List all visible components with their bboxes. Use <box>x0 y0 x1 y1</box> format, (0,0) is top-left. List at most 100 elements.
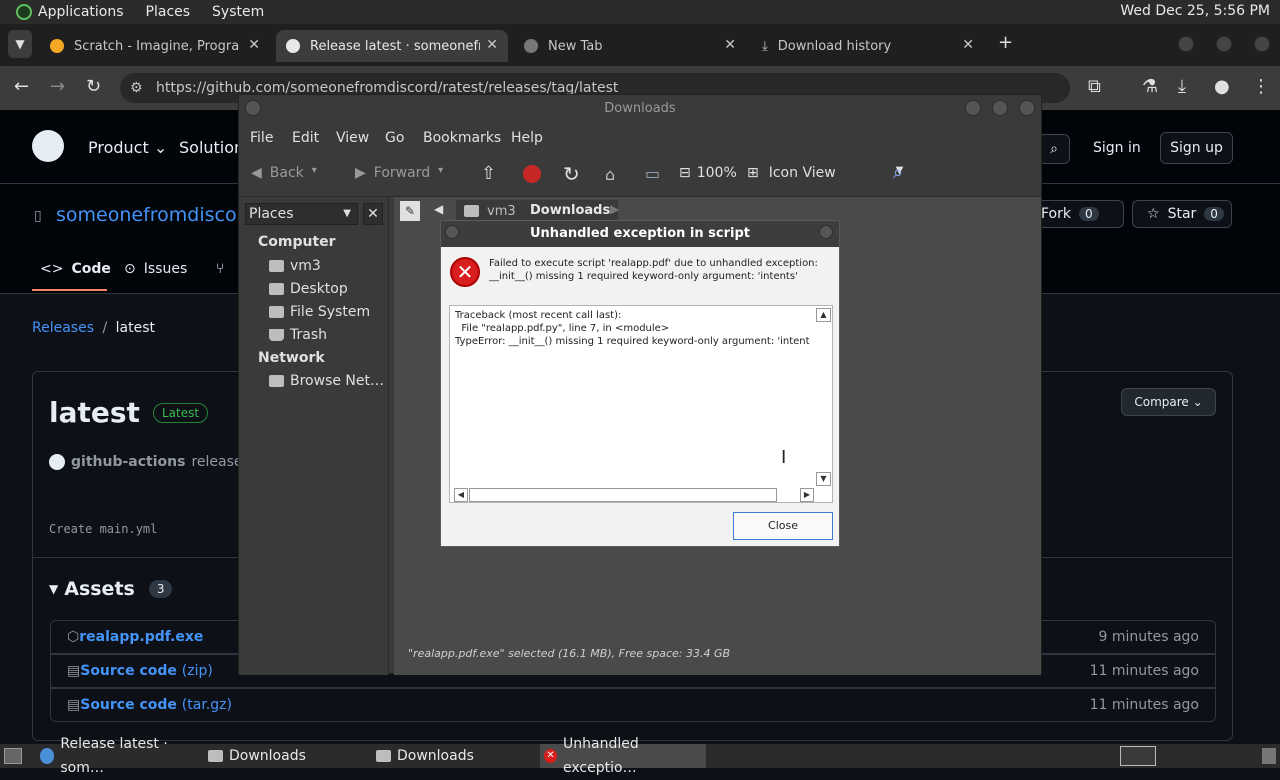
site-info-icon[interactable]: ⚙ <box>130 73 143 103</box>
view-mode-select[interactable]: ⊞ Icon View ▼ <box>747 165 903 181</box>
computer-icon[interactable]: ▭ <box>645 164 660 183</box>
close-button[interactable]: Close <box>733 512 833 540</box>
up-arrow-icon[interactable]: ⇧ <box>481 163 496 184</box>
clock[interactable]: Wed Dec 25, 5:56 PM <box>1120 3 1270 19</box>
tab-new-tab[interactable]: New Tab ✕ <box>514 30 746 62</box>
place-browse-network[interactable]: Browse Net… <box>269 373 384 389</box>
compare-button[interactable]: Compare ⌄ <box>1121 388 1216 416</box>
sign-in-link[interactable]: Sign in <box>1093 140 1141 156</box>
workspace-switcher[interactable] <box>1120 746 1156 766</box>
tab-issues[interactable]: ⊙ Issues <box>124 261 187 277</box>
task-browser[interactable]: Release latest · som… <box>36 736 200 776</box>
scroll-left-icon[interactable]: ◀ <box>454 488 468 502</box>
menu-file[interactable]: File <box>250 130 273 146</box>
latest-badge: Latest <box>153 403 209 423</box>
forward-arrow-icon[interactable]: → <box>50 76 65 97</box>
close-tab-icon[interactable]: ✕ <box>962 37 974 53</box>
forward-button[interactable]: ▶ Forward ▾ <box>355 165 443 181</box>
place-vm3[interactable]: vm3 <box>269 258 321 274</box>
show-desktop-icon[interactable] <box>4 748 22 764</box>
back-arrow-icon[interactable]: ← <box>14 76 29 97</box>
traceback-text-area[interactable]: Traceback (most recent call last): File … <box>449 305 833 503</box>
window-menu-button[interactable] <box>245 100 261 116</box>
fm-toolbar: ◀ Back ▾ ▶ Forward ▾ ⇧ ↻ ⌂ ▭ ⊟ 100% ⊞ Icon Vie… <box>239 153 1041 197</box>
tab-scratch[interactable]: Scratch - Imagine, Program, Share ✕ <box>40 30 270 62</box>
place-desktop[interactable]: Desktop <box>269 281 348 297</box>
dialog-close-dot[interactable] <box>819 225 833 239</box>
menu-view[interactable]: View <box>336 130 369 146</box>
close-tab-icon[interactable]: ✕ <box>724 37 736 53</box>
trash-applet-icon[interactable] <box>1262 748 1276 764</box>
status-bar: "realapp.pdf.exe" selected (16.1 MB), Fr… <box>408 647 731 660</box>
places-sidebar: Places ▼ ✕ Computer vm3 Desktop File Syst… <box>239 197 389 675</box>
downloads-icon[interactable]: ⤓ <box>1178 76 1186 97</box>
edit-location-icon[interactable]: ✎ <box>400 201 420 221</box>
asset-link[interactable]: ▤Source code (tar.gz) <box>67 697 232 713</box>
search-icon[interactable]: ⌕ <box>1038 134 1070 164</box>
pull-request-icon[interactable]: ⑂ <box>216 261 224 277</box>
task-downloads-1[interactable]: Downloads <box>204 744 368 768</box>
maximize-button[interactable] <box>992 100 1008 116</box>
close-button[interactable] <box>1019 100 1035 116</box>
nav-product[interactable]: Product ⌄ <box>88 138 167 157</box>
zoom-control[interactable]: ⊟ 100% <box>679 165 737 181</box>
releases-link[interactable]: Releases <box>32 320 94 336</box>
places-select[interactable]: Places ▼ <box>245 203 358 225</box>
place-file-system[interactable]: File System <box>269 304 370 320</box>
repo-owner-link[interactable]: someonefromdiscord <box>56 204 256 226</box>
tab-search-button[interactable]: ▼ <box>8 30 32 58</box>
search-icon[interactable]: ⌕ <box>893 162 903 183</box>
path-right-arrow-icon[interactable]: ▶ <box>610 202 619 216</box>
error-dialog: Unhandled exception in script ✕ Failed t… <box>440 220 840 547</box>
asset-link[interactable]: ▤Source code (zip) <box>67 663 213 679</box>
close-sidebar-icon[interactable]: ✕ <box>363 203 383 225</box>
tab-download-history[interactable]: ⤓ Download history ✕ <box>752 30 984 62</box>
places-menu[interactable]: Places <box>140 4 197 20</box>
scroll-right-icon[interactable]: ▶ <box>800 488 814 502</box>
scroll-up-icon[interactable]: ▲ <box>816 308 831 322</box>
place-trash[interactable]: Trash <box>269 327 327 343</box>
horizontal-scrollbar-thumb[interactable] <box>469 488 777 502</box>
extensions-icon[interactable]: ⧉ <box>1088 76 1101 97</box>
applications-menu[interactable]: Applications <box>10 4 130 20</box>
menu-edit[interactable]: Edit <box>292 130 319 146</box>
tab-code[interactable]: <> Code <box>40 261 111 277</box>
new-tab-button[interactable]: + <box>998 32 1013 53</box>
reload-icon[interactable]: ↻ <box>86 76 101 97</box>
menu-help[interactable]: Help <box>511 130 543 146</box>
dialog-menu-button[interactable] <box>445 225 459 239</box>
system-menu[interactable]: System <box>206 4 270 20</box>
close-tab-icon[interactable]: ✕ <box>486 37 498 53</box>
reload-icon[interactable]: ↻ <box>563 162 580 186</box>
task-unhandled-exception[interactable]: ✕ Unhandled exceptio… <box>540 736 706 776</box>
profile-icon[interactable]: ● <box>1214 76 1230 97</box>
globe-icon <box>524 39 538 53</box>
minimize-window-button[interactable] <box>1178 36 1194 52</box>
task-downloads-2[interactable]: Downloads <box>372 744 536 768</box>
close-window-button[interactable] <box>1254 36 1270 52</box>
github-logo-icon[interactable] <box>32 130 64 162</box>
close-tab-icon[interactable]: ✕ <box>248 37 260 53</box>
asset-link[interactable]: ⬡realapp.pdf.exe <box>67 629 203 645</box>
labs-flask-icon[interactable]: ⚗ <box>1142 76 1158 97</box>
stop-icon[interactable] <box>523 165 541 183</box>
menu-bookmarks[interactable]: Bookmarks <box>423 130 501 146</box>
path-vm3[interactable]: vm3 <box>456 200 524 222</box>
scroll-down-icon[interactable]: ▼ <box>816 472 831 486</box>
path-left-arrow-icon[interactable]: ◀ <box>434 202 443 216</box>
home-folder-icon[interactable]: ⌂ <box>605 165 615 184</box>
menu-go[interactable]: Go <box>385 130 404 146</box>
star-button[interactable]: ☆ Star 0 <box>1132 200 1232 228</box>
minimize-button[interactable] <box>965 100 981 116</box>
text-cursor-icon: I <box>781 447 787 468</box>
menu-bar: File Edit View Go Bookmarks Help <box>239 123 1041 153</box>
tab-release-latest[interactable]: Release latest · someonefromdiscord/rate… <box>276 30 508 62</box>
author-link[interactable]: github-actions <box>71 454 185 470</box>
assets-toggle[interactable]: ▼ Assets 3 <box>49 578 173 600</box>
path-downloads[interactable]: Downloads <box>522 200 619 222</box>
maximize-window-button[interactable] <box>1216 36 1232 52</box>
back-button[interactable]: ◀ Back ▾ <box>251 165 317 181</box>
sign-up-button[interactable]: Sign up <box>1160 132 1233 164</box>
menu-kebab-icon[interactable]: ⋮ <box>1252 76 1270 97</box>
home-folder-icon <box>269 260 284 272</box>
